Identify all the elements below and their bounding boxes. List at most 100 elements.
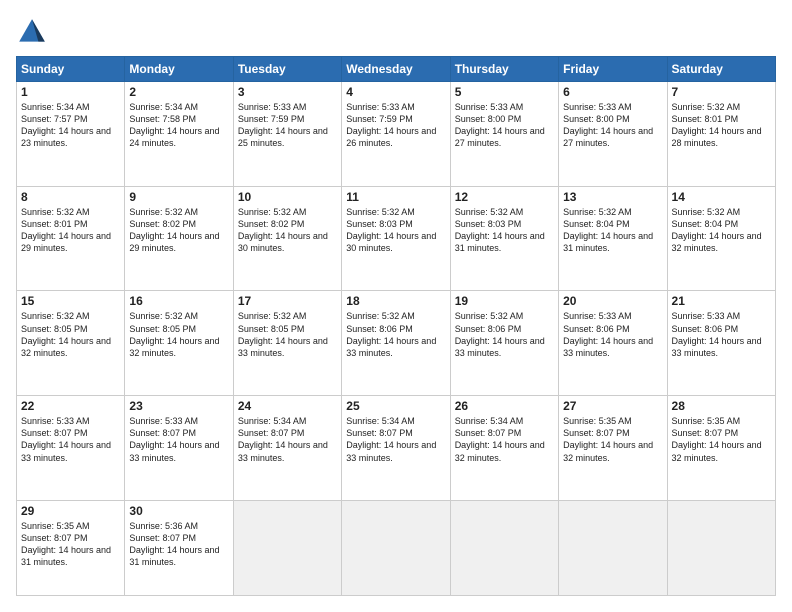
cell-info: Sunrise: 5:33 AMSunset: 8:07 PMDaylight:… xyxy=(129,415,228,464)
day-number: 9 xyxy=(129,190,228,204)
day-number: 17 xyxy=(238,294,337,308)
calendar: SundayMondayTuesdayWednesdayThursdayFrid… xyxy=(16,56,776,596)
cell-info: Sunrise: 5:32 AMSunset: 8:04 PMDaylight:… xyxy=(672,206,771,255)
header xyxy=(16,16,776,48)
day-number: 4 xyxy=(346,85,445,99)
day-number: 10 xyxy=(238,190,337,204)
day-number: 20 xyxy=(563,294,662,308)
cell-info: Sunrise: 5:33 AMSunset: 8:06 PMDaylight:… xyxy=(672,310,771,359)
day-number: 30 xyxy=(129,504,228,518)
cell-info: Sunrise: 5:35 AMSunset: 8:07 PMDaylight:… xyxy=(563,415,662,464)
calendar-cell: 19 Sunrise: 5:32 AMSunset: 8:06 PMDaylig… xyxy=(450,291,558,396)
calendar-body: 1 Sunrise: 5:34 AMSunset: 7:57 PMDayligh… xyxy=(17,82,776,596)
day-number: 28 xyxy=(672,399,771,413)
calendar-cell: 2 Sunrise: 5:34 AMSunset: 7:58 PMDayligh… xyxy=(125,82,233,187)
calendar-cell: 30 Sunrise: 5:36 AMSunset: 8:07 PMDaylig… xyxy=(125,500,233,595)
calendar-cell: 9 Sunrise: 5:32 AMSunset: 8:02 PMDayligh… xyxy=(125,186,233,291)
dow-header: Tuesday xyxy=(233,57,341,82)
calendar-cell: 3 Sunrise: 5:33 AMSunset: 7:59 PMDayligh… xyxy=(233,82,341,187)
cell-info: Sunrise: 5:32 AMSunset: 8:04 PMDaylight:… xyxy=(563,206,662,255)
cell-info: Sunrise: 5:32 AMSunset: 8:03 PMDaylight:… xyxy=(455,206,554,255)
cell-info: Sunrise: 5:34 AMSunset: 8:07 PMDaylight:… xyxy=(346,415,445,464)
logo-icon xyxy=(16,16,48,48)
calendar-cell: 10 Sunrise: 5:32 AMSunset: 8:02 PMDaylig… xyxy=(233,186,341,291)
calendar-cell: 24 Sunrise: 5:34 AMSunset: 8:07 PMDaylig… xyxy=(233,396,341,501)
calendar-cell xyxy=(342,500,450,595)
cell-info: Sunrise: 5:33 AMSunset: 8:00 PMDaylight:… xyxy=(563,101,662,150)
calendar-cell: 7 Sunrise: 5:32 AMSunset: 8:01 PMDayligh… xyxy=(667,82,775,187)
cell-info: Sunrise: 5:32 AMSunset: 8:01 PMDaylight:… xyxy=(672,101,771,150)
day-number: 18 xyxy=(346,294,445,308)
cell-info: Sunrise: 5:34 AMSunset: 7:58 PMDaylight:… xyxy=(129,101,228,150)
calendar-cell: 27 Sunrise: 5:35 AMSunset: 8:07 PMDaylig… xyxy=(559,396,667,501)
day-number: 2 xyxy=(129,85,228,99)
day-number: 27 xyxy=(563,399,662,413)
day-number: 7 xyxy=(672,85,771,99)
day-number: 22 xyxy=(21,399,120,413)
day-number: 5 xyxy=(455,85,554,99)
calendar-cell: 22 Sunrise: 5:33 AMSunset: 8:07 PMDaylig… xyxy=(17,396,125,501)
calendar-cell: 26 Sunrise: 5:34 AMSunset: 8:07 PMDaylig… xyxy=(450,396,558,501)
dow-header: Friday xyxy=(559,57,667,82)
day-number: 3 xyxy=(238,85,337,99)
calendar-cell: 5 Sunrise: 5:33 AMSunset: 8:00 PMDayligh… xyxy=(450,82,558,187)
cell-info: Sunrise: 5:33 AMSunset: 7:59 PMDaylight:… xyxy=(346,101,445,150)
calendar-cell: 18 Sunrise: 5:32 AMSunset: 8:06 PMDaylig… xyxy=(342,291,450,396)
cell-info: Sunrise: 5:32 AMSunset: 8:05 PMDaylight:… xyxy=(238,310,337,359)
calendar-cell xyxy=(233,500,341,595)
day-number: 1 xyxy=(21,85,120,99)
cell-info: Sunrise: 5:33 AMSunset: 7:59 PMDaylight:… xyxy=(238,101,337,150)
calendar-cell: 14 Sunrise: 5:32 AMSunset: 8:04 PMDaylig… xyxy=(667,186,775,291)
cell-info: Sunrise: 5:32 AMSunset: 8:05 PMDaylight:… xyxy=(129,310,228,359)
cell-info: Sunrise: 5:33 AMSunset: 8:00 PMDaylight:… xyxy=(455,101,554,150)
calendar-cell: 28 Sunrise: 5:35 AMSunset: 8:07 PMDaylig… xyxy=(667,396,775,501)
cell-info: Sunrise: 5:33 AMSunset: 8:07 PMDaylight:… xyxy=(21,415,120,464)
day-number: 8 xyxy=(21,190,120,204)
calendar-week: 1 Sunrise: 5:34 AMSunset: 7:57 PMDayligh… xyxy=(17,82,776,187)
day-number: 21 xyxy=(672,294,771,308)
cell-info: Sunrise: 5:32 AMSunset: 8:01 PMDaylight:… xyxy=(21,206,120,255)
cell-info: Sunrise: 5:36 AMSunset: 8:07 PMDaylight:… xyxy=(129,520,228,569)
calendar-cell: 4 Sunrise: 5:33 AMSunset: 7:59 PMDayligh… xyxy=(342,82,450,187)
cell-info: Sunrise: 5:32 AMSunset: 8:06 PMDaylight:… xyxy=(346,310,445,359)
logo xyxy=(16,16,52,48)
cell-info: Sunrise: 5:32 AMSunset: 8:03 PMDaylight:… xyxy=(346,206,445,255)
calendar-week: 22 Sunrise: 5:33 AMSunset: 8:07 PMDaylig… xyxy=(17,396,776,501)
dow-header: Sunday xyxy=(17,57,125,82)
dow-header: Wednesday xyxy=(342,57,450,82)
day-number: 26 xyxy=(455,399,554,413)
calendar-week: 15 Sunrise: 5:32 AMSunset: 8:05 PMDaylig… xyxy=(17,291,776,396)
calendar-cell: 1 Sunrise: 5:34 AMSunset: 7:57 PMDayligh… xyxy=(17,82,125,187)
calendar-week: 29 Sunrise: 5:35 AMSunset: 8:07 PMDaylig… xyxy=(17,500,776,595)
calendar-cell: 20 Sunrise: 5:33 AMSunset: 8:06 PMDaylig… xyxy=(559,291,667,396)
calendar-cell: 16 Sunrise: 5:32 AMSunset: 8:05 PMDaylig… xyxy=(125,291,233,396)
calendar-week: 8 Sunrise: 5:32 AMSunset: 8:01 PMDayligh… xyxy=(17,186,776,291)
dow-header: Monday xyxy=(125,57,233,82)
page: SundayMondayTuesdayWednesdayThursdayFrid… xyxy=(0,0,792,612)
cell-info: Sunrise: 5:34 AMSunset: 8:07 PMDaylight:… xyxy=(455,415,554,464)
dow-header: Saturday xyxy=(667,57,775,82)
cell-info: Sunrise: 5:34 AMSunset: 7:57 PMDaylight:… xyxy=(21,101,120,150)
cell-info: Sunrise: 5:32 AMSunset: 8:05 PMDaylight:… xyxy=(21,310,120,359)
dow-header: Thursday xyxy=(450,57,558,82)
calendar-cell: 23 Sunrise: 5:33 AMSunset: 8:07 PMDaylig… xyxy=(125,396,233,501)
day-number: 19 xyxy=(455,294,554,308)
day-number: 12 xyxy=(455,190,554,204)
calendar-cell: 8 Sunrise: 5:32 AMSunset: 8:01 PMDayligh… xyxy=(17,186,125,291)
day-number: 11 xyxy=(346,190,445,204)
day-number: 23 xyxy=(129,399,228,413)
calendar-cell: 13 Sunrise: 5:32 AMSunset: 8:04 PMDaylig… xyxy=(559,186,667,291)
calendar-cell: 17 Sunrise: 5:32 AMSunset: 8:05 PMDaylig… xyxy=(233,291,341,396)
day-number: 25 xyxy=(346,399,445,413)
calendar-cell xyxy=(450,500,558,595)
day-number: 14 xyxy=(672,190,771,204)
day-number: 29 xyxy=(21,504,120,518)
calendar-cell: 25 Sunrise: 5:34 AMSunset: 8:07 PMDaylig… xyxy=(342,396,450,501)
cell-info: Sunrise: 5:32 AMSunset: 8:02 PMDaylight:… xyxy=(238,206,337,255)
cell-info: Sunrise: 5:32 AMSunset: 8:02 PMDaylight:… xyxy=(129,206,228,255)
calendar-cell xyxy=(559,500,667,595)
day-number: 16 xyxy=(129,294,228,308)
cell-info: Sunrise: 5:35 AMSunset: 8:07 PMDaylight:… xyxy=(21,520,120,569)
calendar-cell: 15 Sunrise: 5:32 AMSunset: 8:05 PMDaylig… xyxy=(17,291,125,396)
calendar-cell: 6 Sunrise: 5:33 AMSunset: 8:00 PMDayligh… xyxy=(559,82,667,187)
